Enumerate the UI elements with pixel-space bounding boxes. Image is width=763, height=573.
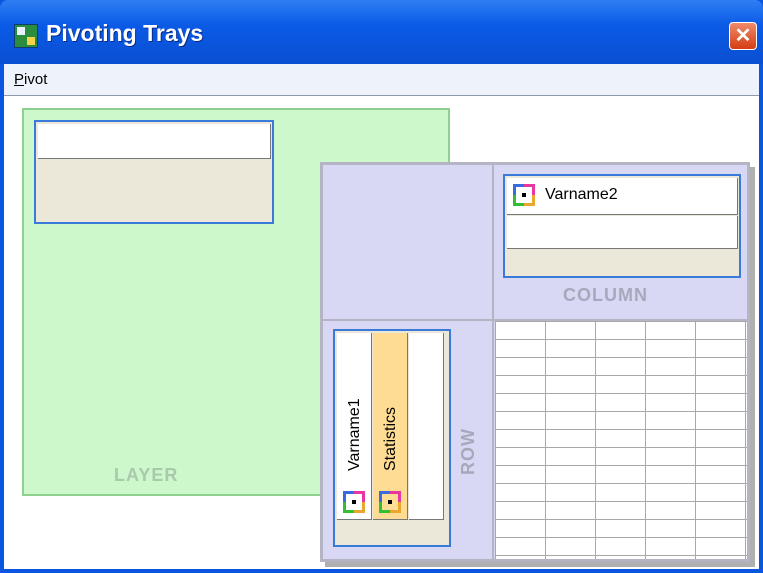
pivot-field-icon[interactable]: [379, 491, 401, 513]
pivot-table-app-icon: [14, 24, 38, 48]
menu-pivot-label: ivot: [24, 71, 48, 88]
close-button[interactable]: ✕: [729, 22, 757, 50]
layer-field-slot[interactable]: [38, 124, 271, 159]
data-cells-grid: [495, 321, 747, 559]
row-empty-slot[interactable]: [409, 333, 444, 520]
vertical-divider: [492, 165, 494, 559]
menu-pivot[interactable]: Pivot: [14, 71, 47, 88]
pivot-panel: Varname2 COLUMN Varname1 Statistics ROW: [320, 162, 750, 562]
column-empty-slot[interactable]: [507, 216, 738, 249]
row-field-varname1[interactable]: Varname1: [337, 333, 372, 520]
layer-tray-label: LAYER: [114, 465, 179, 485]
layer-dropzone[interactable]: [34, 120, 274, 224]
row-field-label-statistics: Statistics: [382, 406, 399, 471]
pivot-field-icon[interactable]: [343, 491, 365, 513]
row-field-label-varname1: Varname1: [346, 398, 363, 471]
menu-bar: Pivot: [4, 64, 759, 96]
column-field-varname2[interactable]: Varname2: [507, 178, 738, 215]
row-field-statistics[interactable]: Statistics: [373, 333, 408, 520]
row-dropzone[interactable]: Varname1 Statistics: [333, 329, 451, 547]
row-tray-label: ROW: [458, 428, 478, 475]
column-field-label: Varname2: [545, 186, 618, 203]
column-dropzone[interactable]: Varname2: [503, 174, 741, 278]
pivot-field-icon[interactable]: [513, 184, 535, 206]
menu-pivot-accel: P: [14, 71, 25, 88]
client-area: LAYER Varname2 COLUMN Varname1 Statistic…: [4, 96, 759, 569]
window-title: Pivoting Trays: [46, 20, 204, 46]
pivoting-trays-window: Pivoting Trays ✕ Pivot LAYER Varname2 CO…: [0, 0, 763, 573]
title-bar[interactable]: Pivoting Trays ✕: [0, 0, 763, 64]
column-tray-label: COLUMN: [563, 285, 648, 305]
